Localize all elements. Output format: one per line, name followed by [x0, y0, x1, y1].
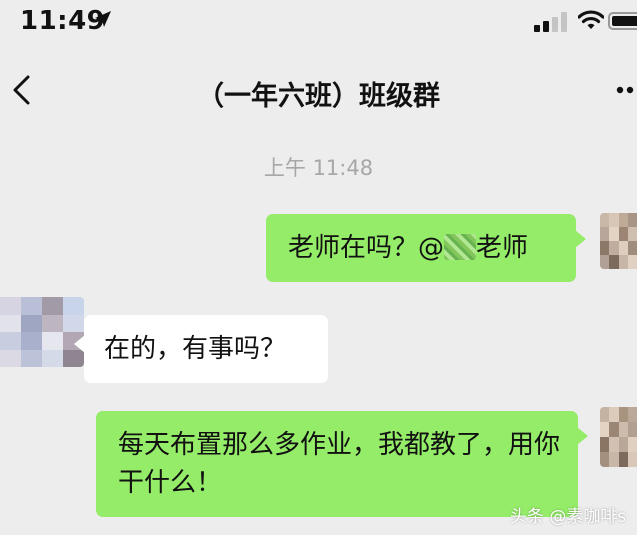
message-text-before: 老师在吗？@: [288, 233, 445, 263]
bubble-tail: [577, 427, 588, 445]
battery-icon: [608, 12, 637, 30]
more-dots-icon[interactable]: [616, 86, 637, 94]
avatar-self[interactable]: [600, 407, 637, 467]
nav-bar: （一年六班）班级群: [0, 60, 637, 120]
message-timestamp: 上午 11:48: [263, 156, 374, 180]
bubble-tail: [74, 335, 85, 353]
avatar-mosaic: [0, 297, 84, 367]
location-arrow-icon: [95, 11, 111, 27]
message-text: 在的，有事吗？: [104, 334, 287, 364]
signal-icon: [534, 12, 567, 32]
avatar-teacher[interactable]: [0, 297, 84, 367]
wifi-icon: [578, 10, 604, 29]
message-text: 每天布置那么多作业，我都教了，用你干什么！: [118, 430, 561, 498]
status-time: 11:49: [20, 6, 106, 36]
message-bubble-sent[interactable]: 老师在吗？@ 老师: [266, 214, 586, 282]
pixelated-name-mosaic: [444, 234, 477, 260]
bubble-tail: [575, 230, 586, 248]
message-text-after: 老师: [476, 233, 529, 263]
message-text: 老师在吗？@ 老师: [288, 229, 528, 267]
avatar-mosaic: [600, 213, 637, 269]
message-bubble-received[interactable]: 在的，有事吗？: [74, 315, 328, 383]
message-bubble-sent[interactable]: 每天布置那么多作业，我都教了，用你干什么！: [96, 411, 588, 517]
chat-title: （一年六班）班级群: [197, 81, 440, 112]
watermark: 头条 @素咖啡s: [510, 507, 627, 527]
avatar-self[interactable]: [600, 213, 637, 269]
status-bar: 11:49: [0, 0, 637, 46]
avatar-mosaic: [600, 407, 637, 467]
